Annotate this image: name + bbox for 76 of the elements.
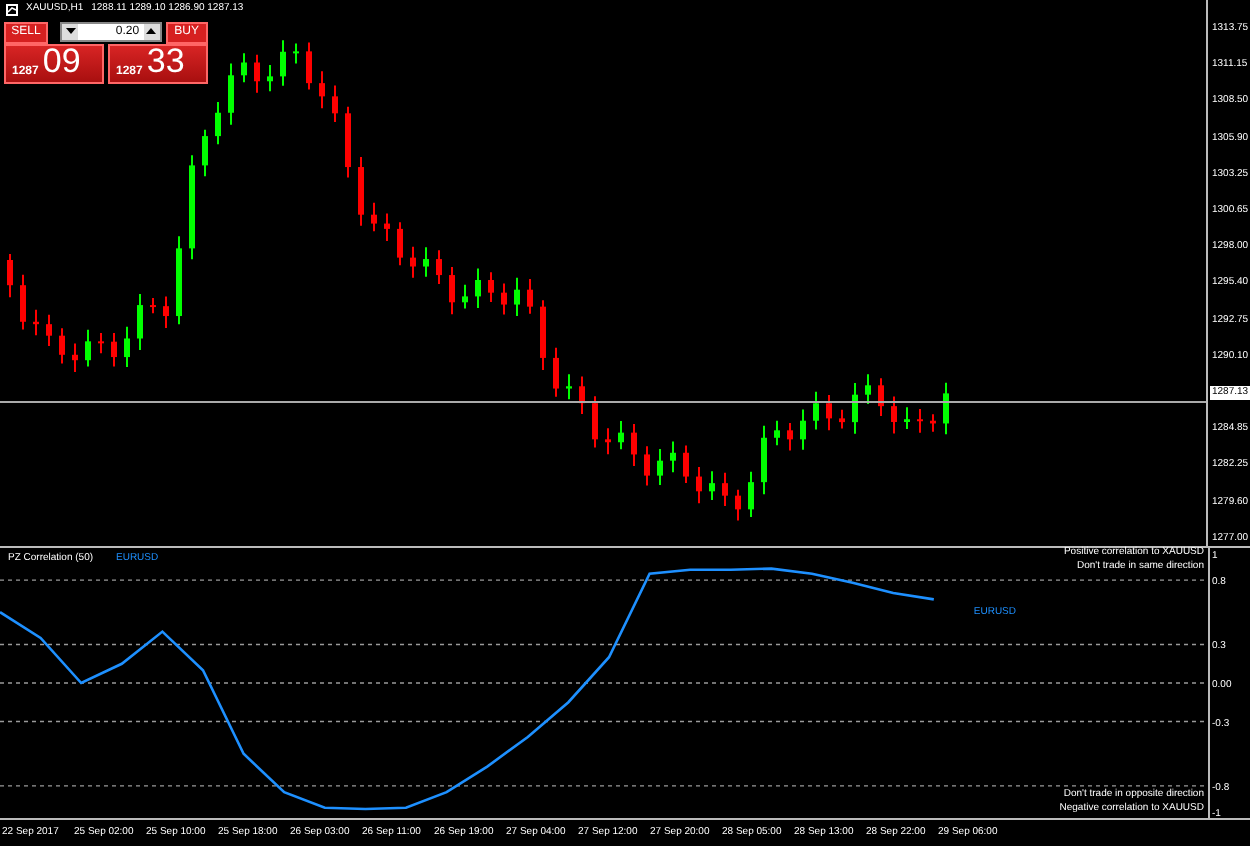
candle: [306, 41, 312, 91]
candle: [150, 297, 156, 315]
candle: [618, 419, 624, 451]
candle: [20, 273, 26, 331]
candle: [540, 299, 546, 371]
candle: [33, 308, 39, 337]
candle: [670, 440, 676, 474]
candle: [475, 267, 481, 310]
candle: [917, 408, 923, 434]
candle: [111, 332, 117, 368]
candle: [85, 328, 91, 368]
candle: [319, 70, 325, 110]
candle: [891, 395, 897, 435]
candle: [514, 276, 520, 317]
candle: [358, 156, 364, 227]
candle: [449, 266, 455, 316]
candle: [904, 406, 910, 430]
candle: [202, 128, 208, 178]
candle: [826, 394, 832, 432]
candle: [241, 52, 247, 84]
candle: [657, 448, 663, 486]
candle: [813, 390, 819, 431]
candle: [930, 413, 936, 433]
candle: [254, 53, 260, 94]
candle: [852, 381, 858, 435]
candle: [436, 249, 442, 285]
candle: [384, 212, 390, 242]
candle: [735, 488, 741, 522]
candle: [72, 342, 78, 374]
candle: [332, 84, 338, 124]
candle: [7, 253, 13, 299]
candle: [371, 201, 377, 233]
candle: [410, 245, 416, 279]
candle: [215, 101, 221, 146]
candle: [644, 445, 650, 487]
chart-window-icon: [6, 3, 18, 15]
candle: [631, 423, 637, 467]
candle: [800, 408, 806, 451]
candle: [839, 408, 845, 430]
candle: [280, 39, 286, 87]
candle: [709, 470, 715, 502]
candle: [98, 332, 104, 355]
candle: [46, 313, 52, 348]
candle: [176, 235, 182, 326]
candle: [865, 373, 871, 406]
candle: [605, 427, 611, 456]
candle: [345, 105, 351, 179]
candle: [761, 424, 767, 496]
candle: [397, 221, 403, 267]
candle: [501, 282, 507, 316]
candle: [163, 295, 169, 329]
candle: [137, 293, 143, 351]
candle: [189, 154, 195, 261]
candle: [683, 444, 689, 484]
candle: [462, 283, 468, 310]
increase-button[interactable]: [143, 24, 160, 40]
candle: [722, 471, 728, 508]
candle: [553, 346, 559, 398]
candle: [592, 395, 598, 449]
candle: [488, 271, 494, 303]
candle: [774, 419, 780, 447]
candle: [696, 466, 702, 505]
candle: [579, 375, 585, 415]
candle: [527, 278, 533, 315]
candle: [943, 381, 949, 436]
candle: [748, 470, 754, 518]
candle: [59, 327, 65, 365]
candle: [566, 373, 572, 401]
candle: [293, 42, 299, 65]
candle: [228, 62, 234, 126]
candle: [267, 63, 273, 93]
candle: [878, 377, 884, 418]
candle: [423, 246, 429, 278]
candle: [787, 421, 793, 452]
candle: [124, 325, 130, 368]
decrease-button[interactable]: [62, 24, 78, 40]
